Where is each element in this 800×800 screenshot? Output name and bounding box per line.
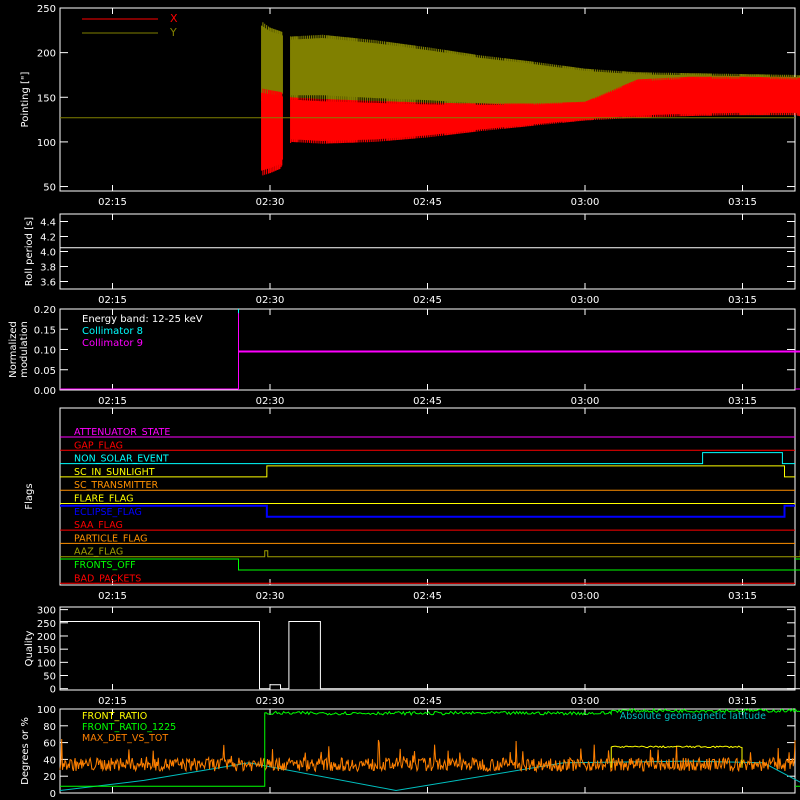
- y-tick-label: 250: [37, 4, 56, 15]
- legend-max-det-vs-tot: MAX_DET_VS_TOT: [82, 733, 168, 744]
- y-tick-label: 0: [50, 789, 56, 800]
- flag-bad-packets-label: BAD_PACKETS: [74, 573, 141, 584]
- y-axis-label: Quality: [24, 631, 35, 667]
- flag-sc-transmitter-label: SC_TRANSMITTER: [74, 480, 159, 491]
- flag-attenuator-state-label: ATTENUATOR_STATE: [74, 427, 170, 438]
- x-tick-label: 03:15: [728, 591, 757, 602]
- flag-aaz-flag-label: AAZ_FLAG: [74, 547, 123, 558]
- x-tick-label: 03:00: [571, 396, 600, 407]
- flag-flare-flag-label: FLARE_FLAG: [74, 494, 134, 505]
- y-tick-label: 40: [43, 755, 56, 766]
- legend-front-ratio-1225: FRONT_RATIO_1225: [82, 722, 176, 733]
- y-tick-label: 150: [37, 645, 56, 656]
- y-tick-label: 100: [37, 658, 56, 669]
- x-tick-label: 02:30: [256, 295, 285, 306]
- y-axis-label: Pointing ["]: [20, 71, 31, 127]
- y-tick-label: 250: [37, 619, 56, 630]
- x-tick-label: 02:30: [256, 396, 285, 407]
- y-axis-label: Roll period [s]: [24, 217, 35, 286]
- legend-collimator-8: Collimator 8: [82, 326, 143, 337]
- y-tick-label: 3.8: [40, 263, 56, 274]
- flag-particle-flag-label: PARTICLE_FLAG: [74, 533, 147, 544]
- y-axis-label: Flags: [24, 483, 35, 509]
- y-tick-label: 50: [43, 183, 56, 194]
- y-tick-label: 4.2: [40, 233, 56, 244]
- y-tick-label: 4.4: [40, 218, 56, 229]
- x-tick-label: 03:15: [728, 396, 757, 407]
- x-tick-label: 02:30: [256, 591, 285, 602]
- x-tick-label: 02:30: [256, 696, 285, 707]
- x-tick-label: 03:00: [571, 197, 600, 208]
- legend-label-x: X: [170, 12, 178, 25]
- x-tick-label: 02:45: [413, 696, 442, 707]
- x-tick-label: 02:30: [256, 197, 285, 208]
- y-tick-label: 300: [37, 606, 56, 617]
- legend-collimator-9: Collimator 9: [82, 338, 143, 349]
- y-tick-label: 150: [37, 93, 56, 104]
- x-tick-label: 02:45: [413, 295, 442, 306]
- x-tick-label: 03:00: [571, 295, 600, 306]
- x-tick-label: 02:15: [98, 295, 127, 306]
- x-tick-label: 03:15: [728, 197, 757, 208]
- y-tick-label: 100: [37, 705, 56, 716]
- flag-saa-flag-label: SAA_FLAG: [74, 520, 123, 531]
- y-tick-label: 60: [43, 739, 56, 750]
- flag-gap-flag-label: GAP_FLAG: [74, 440, 123, 451]
- flag-eclipse-flag-label: ECLIPSE_FLAG: [74, 507, 142, 518]
- y-tick-label: 100: [37, 138, 56, 149]
- x-tick-label: 02:15: [98, 197, 127, 208]
- y-tick-label: 200: [37, 49, 56, 60]
- chart-canvas: 02:1502:3002:4503:0003:1503:3003:4550100…: [0, 0, 800, 800]
- y-tick-label: 3.6: [40, 278, 56, 289]
- x-tick-label: 02:45: [413, 396, 442, 407]
- y-axis-label: Normalized: [8, 321, 19, 378]
- annotation-energy-band: Energy band: 12-25 keV: [82, 314, 203, 325]
- flag-sc-in-sunlight-label: SC_IN_SUNLIGHT: [74, 467, 155, 478]
- x-tick-label: 02:15: [98, 396, 127, 407]
- y-tick-label: 0: [50, 685, 56, 696]
- y-tick-label: 0.00: [34, 386, 56, 397]
- y-tick-label: 20: [43, 772, 56, 783]
- y-tick-label: 0.15: [34, 325, 56, 336]
- x-tick-label: 03:00: [571, 591, 600, 602]
- x-tick-label: 03:15: [728, 696, 757, 707]
- legend-geomagnetic-latitude: Absolute geomagnetic latitude: [620, 711, 766, 722]
- y-tick-label: 0.20: [34, 305, 56, 316]
- y-axis-label: modulation: [19, 321, 30, 378]
- flag-non-solar-event-label: NON_SOLAR_EVENT: [74, 454, 169, 465]
- y-tick-label: 0.10: [34, 346, 56, 357]
- x-tick-label: 02:15: [98, 591, 127, 602]
- flag-fronts-off-label: FRONTS_OFF: [74, 560, 136, 571]
- y-axis-label: Degrees or %: [20, 717, 31, 785]
- x-tick-label: 02:45: [413, 197, 442, 208]
- x-tick-label: 02:15: [98, 696, 127, 707]
- y-tick-label: 0.05: [34, 366, 56, 377]
- legend-label-y: Y: [169, 26, 177, 39]
- legend-front-ratio: FRONT_RATIO: [82, 711, 147, 722]
- y-tick-label: 80: [43, 722, 56, 733]
- y-tick-label: 200: [37, 632, 56, 643]
- x-tick-label: 03:00: [571, 696, 600, 707]
- x-tick-label: 03:15: [728, 295, 757, 306]
- y-tick-label: 4.0: [40, 248, 56, 259]
- x-tick-label: 02:45: [413, 591, 442, 602]
- y-tick-label: 50: [43, 672, 56, 683]
